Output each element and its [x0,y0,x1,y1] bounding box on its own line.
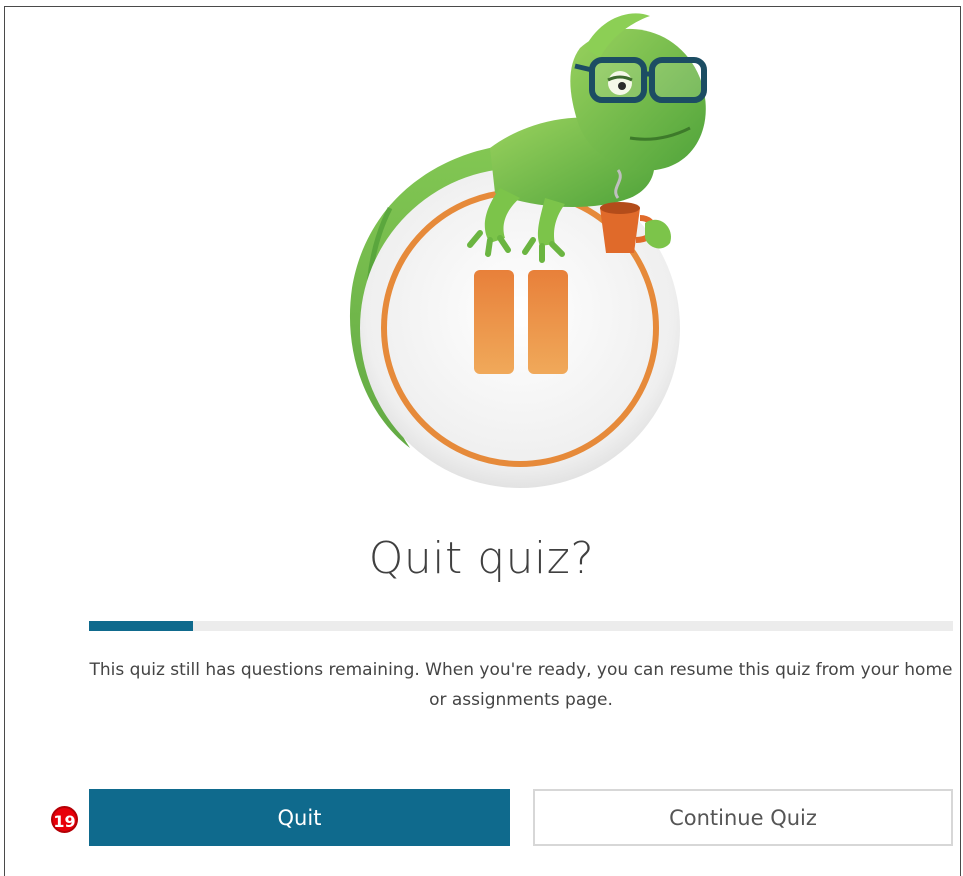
page-title: Quit quiz? [368,533,595,584]
quit-button[interactable]: Quit [89,789,510,846]
quiz-progress-bar [89,621,953,631]
chameleon-pause-icon [330,8,730,488]
step-number-badge: 19 [51,806,78,833]
quiz-progress-fill [89,621,193,631]
continue-quiz-button[interactable]: Continue Quiz [533,789,953,846]
dialog-message: This quiz still has questions remaining.… [89,660,953,710]
